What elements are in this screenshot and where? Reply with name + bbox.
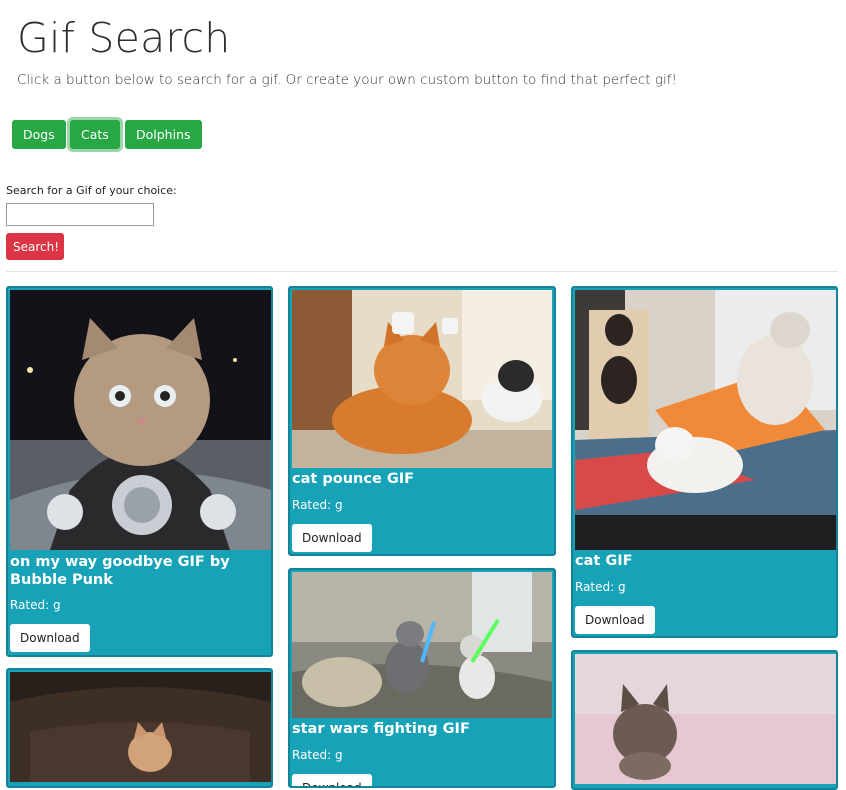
gif-title: cat GIF — [575, 553, 633, 569]
divider — [6, 271, 838, 272]
topic-button-cats[interactable]: Cats — [70, 120, 120, 149]
gif-image-kittens-playing[interactable] — [575, 290, 836, 550]
gif-image-kitten-on-pink[interactable] — [575, 654, 836, 784]
gif-card: cat pounce GIF Rated: g Download — [288, 286, 556, 556]
gif-title: cat pounce GIF — [292, 471, 415, 487]
search-button[interactable]: Search! — [6, 233, 64, 260]
download-button[interactable]: Download — [575, 606, 655, 634]
page-subtitle: Click a button below to search for a gif… — [17, 72, 677, 88]
gif-card: star wars fighting GIF Rated: g Download — [288, 568, 556, 788]
search-input[interactable] — [6, 203, 154, 226]
download-button[interactable]: Download — [10, 624, 90, 652]
gif-rating: Rated: g — [292, 498, 343, 512]
gif-card: cat GIF Rated: g Download — [571, 286, 838, 638]
topic-button-dogs[interactable]: Dogs — [12, 120, 66, 149]
download-button[interactable]: Download — [292, 524, 372, 552]
gif-image-cats-lightsaber-fight[interactable] — [292, 572, 552, 718]
gif-card: on my way goodbye GIF by Bubble Punk Rat… — [6, 286, 273, 657]
gif-rating: Rated: g — [10, 598, 61, 612]
gif-image-kitten-on-motorcycle[interactable] — [10, 290, 271, 550]
search-label: Search for a Gif of your choice: — [6, 184, 177, 197]
gif-image-kitten-on-leather-couch[interactable] — [10, 672, 271, 782]
page-title: Gif Search — [17, 14, 231, 62]
gif-rating: Rated: g — [292, 748, 343, 762]
gif-title: star wars fighting GIF — [292, 721, 470, 737]
gif-image-cats-with-hats[interactable] — [292, 290, 552, 468]
gif-title: on my way goodbye GIF by Bubble Punk — [10, 554, 230, 588]
gif-rating: Rated: g — [575, 580, 626, 594]
gif-card — [571, 650, 838, 790]
topic-button-dolphins[interactable]: Dolphins — [125, 120, 202, 149]
gif-card — [6, 668, 273, 788]
download-button[interactable]: Download — [292, 774, 372, 786]
